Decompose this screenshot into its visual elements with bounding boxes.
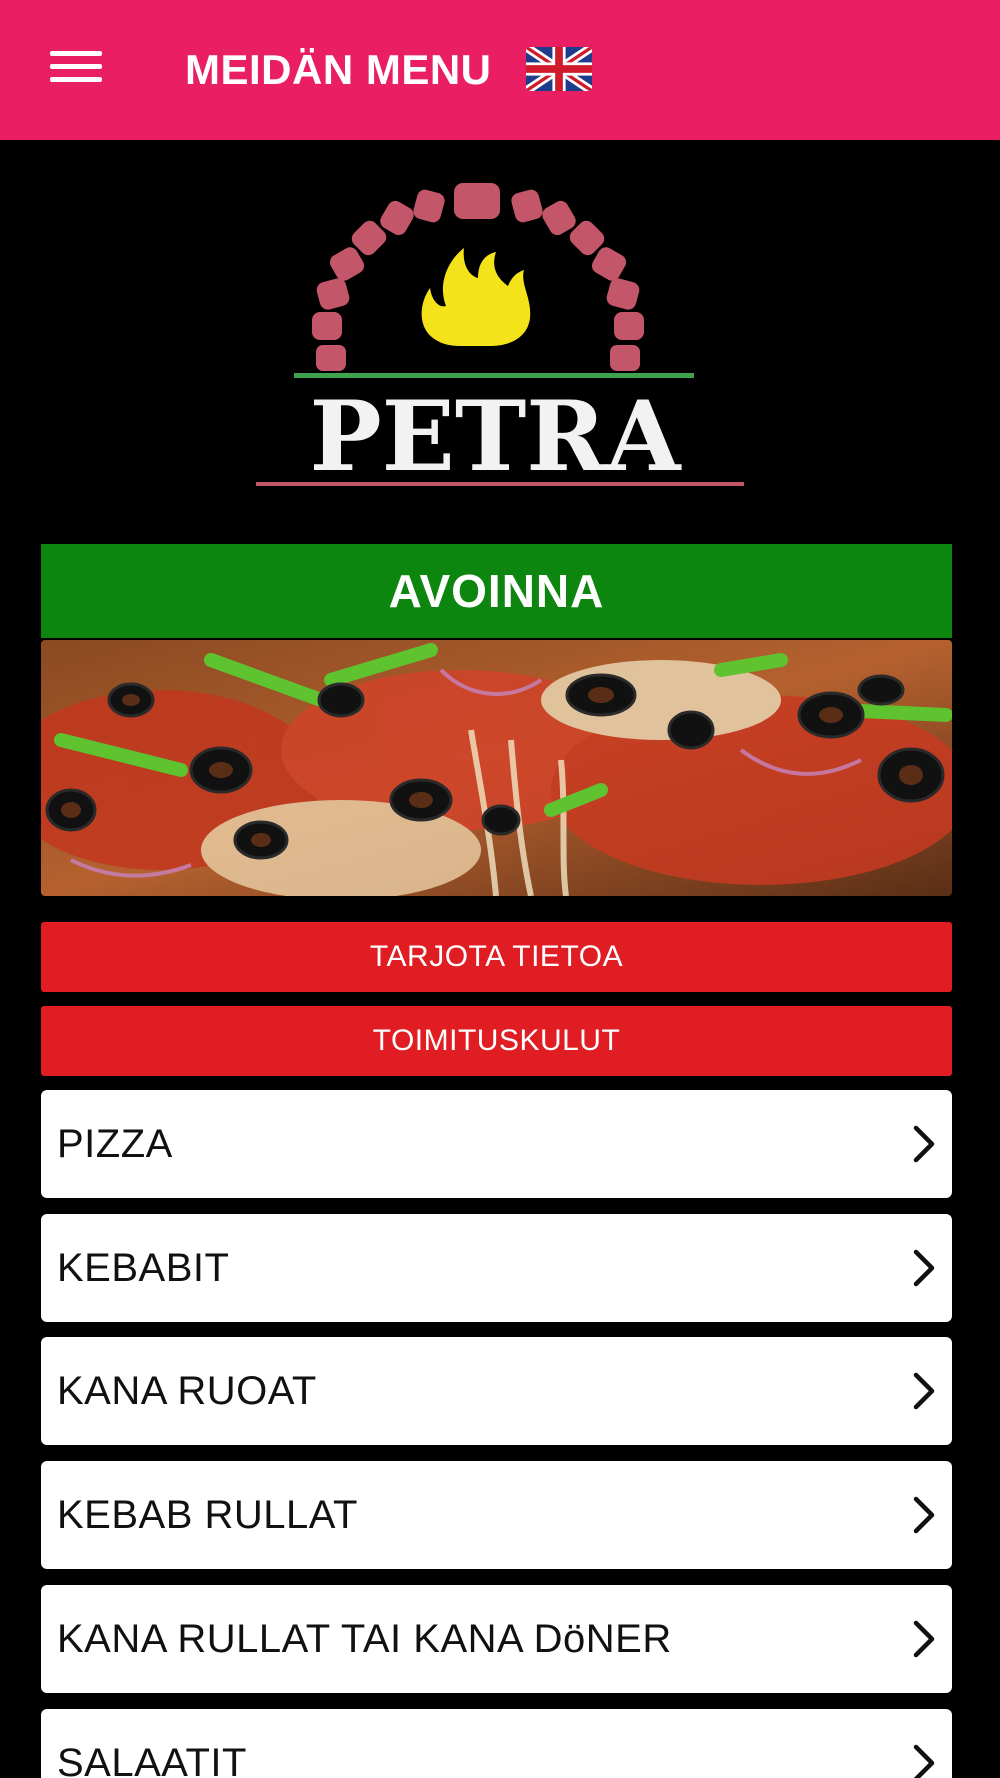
category-label: KANA RULLAT TAI KANA DöNER [57,1617,672,1661]
offer-info-button[interactable]: TARJOTA TIETOA [41,922,952,992]
category-label: SALAATIT [57,1741,247,1778]
chevron-right-icon [913,1620,935,1658]
category-label: PIZZA [57,1122,173,1166]
category-item-pizza[interactable]: PIZZA [41,1090,952,1198]
hamburger-menu-icon[interactable] [50,51,102,83]
logo-text: PETRA [309,380,682,493]
category-label: KANA RUOAT [57,1369,317,1413]
flame-icon [421,248,531,346]
top-app-bar: MEIDÄN MENU [0,0,1000,140]
category-item-kebabit[interactable]: KEBABIT [41,1214,952,1322]
category-item-kana-rullat[interactable]: KANA RULLAT TAI KANA DöNER [41,1585,952,1693]
chevron-right-icon [913,1372,935,1410]
category-label: KEBAB RULLAT [57,1493,358,1537]
uk-flag-icon[interactable] [526,46,592,92]
open-status-banner: AVOINNA [41,544,952,638]
chevron-right-icon [913,1125,935,1163]
delivery-costs-button[interactable]: TOIMITUSKULUT [41,1006,952,1076]
category-item-kana-ruoat[interactable]: KANA RUOAT [41,1337,952,1445]
category-item-kebab-rullat[interactable]: KEBAB RULLAT [41,1461,952,1569]
pizza-banner-image [41,640,952,896]
chevron-right-icon [913,1249,935,1287]
chevron-right-icon [913,1744,935,1778]
chevron-right-icon [913,1496,935,1534]
petra-logo: PETRA [256,183,744,493]
category-label: KEBABIT [57,1246,230,1290]
page-title: MEIDÄN MENU [185,46,492,93]
category-item-salaatit[interactable]: SALAATIT [41,1709,952,1778]
